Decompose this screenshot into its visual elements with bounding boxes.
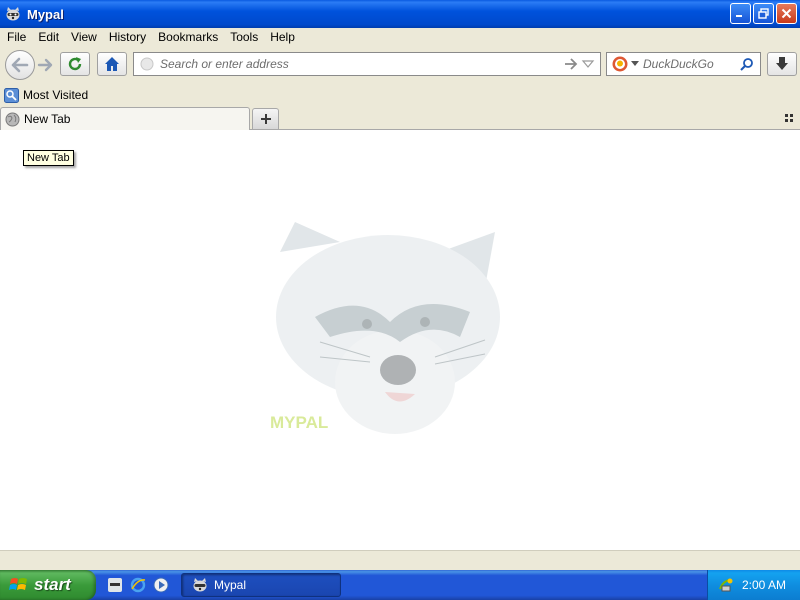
tooltip: New Tab <box>23 150 74 166</box>
search-input[interactable] <box>643 57 740 71</box>
reload-icon <box>68 57 82 71</box>
bookmark-most-visited[interactable]: Most Visited <box>4 87 89 103</box>
new-tab-button[interactable] <box>252 108 279 129</box>
back-arrow-icon <box>11 57 29 73</box>
navigation-toolbar <box>0 46 800 83</box>
download-icon <box>776 57 788 70</box>
forward-arrow-icon <box>37 58 53 72</box>
home-icon <box>105 57 119 71</box>
quick-launch-media-player[interactable] <box>152 576 170 594</box>
status-bar <box>0 550 800 570</box>
internet-explorer-icon <box>130 577 146 593</box>
menu-bar: File Edit View History Bookmarks Tools H… <box>0 28 800 46</box>
menu-view[interactable]: View <box>65 30 103 44</box>
page-content[interactable]: New Tab MYPAL <box>0 130 800 550</box>
windows-logo-icon <box>9 578 27 590</box>
search-icon[interactable] <box>740 57 754 71</box>
window-title: Mypal <box>27 6 64 22</box>
start-label: start <box>34 575 71 594</box>
taskbar-item-label: Mypal <box>214 578 247 592</box>
start-button[interactable]: start <box>0 570 96 600</box>
raccoon-app-icon <box>108 578 122 592</box>
title-bar[interactable]: Mypal <box>0 0 800 28</box>
minimize-button[interactable] <box>730 3 751 24</box>
menu-history[interactable]: History <box>103 30 152 44</box>
taskbar-item-mypal[interactable]: Mypal <box>181 573 341 597</box>
taskbar: start Mypal 2:00 AM <box>0 570 800 600</box>
tab-new-tab[interactable]: New Tab <box>0 107 250 130</box>
mypal-watermark-text: MYPAL <box>270 413 328 432</box>
search-bar[interactable] <box>606 52 761 76</box>
dropdown-arrow-icon[interactable] <box>581 59 595 69</box>
close-icon <box>781 8 792 19</box>
bookmark-label: Most Visited <box>23 88 89 102</box>
network-icon[interactable] <box>718 577 734 593</box>
tab-label: New Tab <box>24 112 71 126</box>
globe-icon <box>5 112 20 126</box>
plus-icon <box>260 114 271 124</box>
back-button[interactable] <box>5 50 35 80</box>
menu-help[interactable]: Help <box>264 30 301 44</box>
address-input[interactable] <box>160 57 563 71</box>
menu-tools[interactable]: Tools <box>224 30 264 44</box>
menu-bookmarks[interactable]: Bookmarks <box>152 30 224 44</box>
list-all-tabs-icon[interactable] <box>784 113 794 123</box>
quick-launch-ie[interactable] <box>129 576 147 594</box>
bookmark-folder-icon <box>4 87 19 103</box>
forward-button[interactable] <box>34 55 56 75</box>
close-button[interactable] <box>776 3 797 24</box>
tab-bar: New Tab <box>0 106 800 130</box>
address-bar[interactable] <box>133 52 601 76</box>
menu-edit[interactable]: Edit <box>32 30 65 44</box>
minimize-icon <box>736 15 742 17</box>
bookmarks-toolbar: Most Visited <box>0 84 800 106</box>
reload-button[interactable] <box>60 52 90 76</box>
duckduckgo-icon[interactable] <box>612 56 628 72</box>
restore-button[interactable] <box>753 3 774 24</box>
home-button[interactable] <box>97 52 127 76</box>
raccoon-app-icon <box>6 7 20 21</box>
restore-icon <box>758 8 769 19</box>
clock[interactable]: 2:00 AM <box>742 578 786 592</box>
menu-file[interactable]: File <box>0 30 32 44</box>
raccoon-mascot-logo: MYPAL <box>270 222 500 434</box>
go-arrow-icon[interactable] <box>563 58 579 70</box>
system-tray: 2:00 AM <box>707 570 800 600</box>
engine-dropdown-icon[interactable] <box>631 61 639 67</box>
globe-icon <box>140 57 154 71</box>
media-player-icon <box>153 577 169 593</box>
quick-launch-app-icon[interactable] <box>106 576 124 594</box>
quick-launch <box>106 576 170 594</box>
raccoon-app-icon <box>193 578 207 592</box>
downloads-button[interactable] <box>767 52 797 76</box>
